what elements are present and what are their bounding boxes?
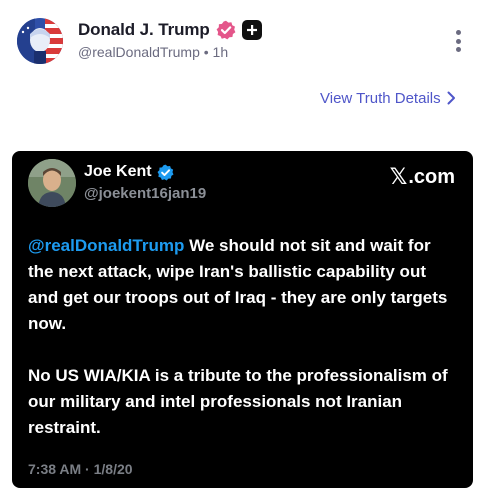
post-time[interactable]: 1h <box>213 44 229 60</box>
author-name-row: Donald J. Trump <box>78 19 262 41</box>
author-display-name[interactable]: Donald J. Trump <box>78 20 210 40</box>
embed-paragraph-1: @realDonaldTrump We should not sit and w… <box>28 233 460 337</box>
author-avatar[interactable] <box>17 18 63 64</box>
flag-portrait-avatar-icon <box>17 18 63 64</box>
chevron-right-icon <box>447 91 455 105</box>
author-handle[interactable]: @realDonaldTrump <box>78 44 200 60</box>
embed-author-avatar[interactable] <box>28 159 76 207</box>
vertical-ellipsis-icon <box>455 30 461 35</box>
embedded-tweet-card[interactable]: Joe Kent @joekent16jan19 𝕏 .com @realDon… <box>12 151 473 488</box>
verified-badge-icon <box>157 164 174 181</box>
view-truth-details-label: View Truth Details <box>320 89 441 107</box>
portrait-avatar-icon <box>28 159 76 207</box>
view-truth-details-link[interactable]: View Truth Details <box>320 88 456 108</box>
author-meta: @realDonaldTrump • 1h <box>78 44 228 60</box>
plus-badge-icon <box>241 20 262 40</box>
x-logo-icon: 𝕏 <box>389 164 408 189</box>
embed-author-name-row: Joe Kent <box>84 163 174 181</box>
embed-tweet-text: @realDonaldTrump We should not sit and w… <box>28 233 460 441</box>
embed-author-name[interactable]: Joe Kent <box>84 163 152 181</box>
vertical-ellipsis-icon <box>455 47 461 52</box>
vertical-ellipsis-icon <box>455 38 461 44</box>
more-options-button[interactable] <box>448 28 468 54</box>
x-source-link[interactable]: 𝕏 .com <box>390 164 455 190</box>
mention-link[interactable]: @realDonaldTrump <box>28 236 184 255</box>
embed-timestamp[interactable]: 7:38 AM · 1/8/20 <box>28 461 133 477</box>
meta-separator: • <box>203 44 209 60</box>
embed-author-handle[interactable]: @joekent16jan19 <box>84 185 206 202</box>
post-header: Donald J. Trump @realDonaldTrump • 1h <box>0 0 491 80</box>
verified-badge-icon <box>216 20 236 40</box>
x-source-label: .com <box>408 165 455 188</box>
embed-paragraph-2: No US WIA/KIA is a tribute to the profes… <box>28 366 448 437</box>
